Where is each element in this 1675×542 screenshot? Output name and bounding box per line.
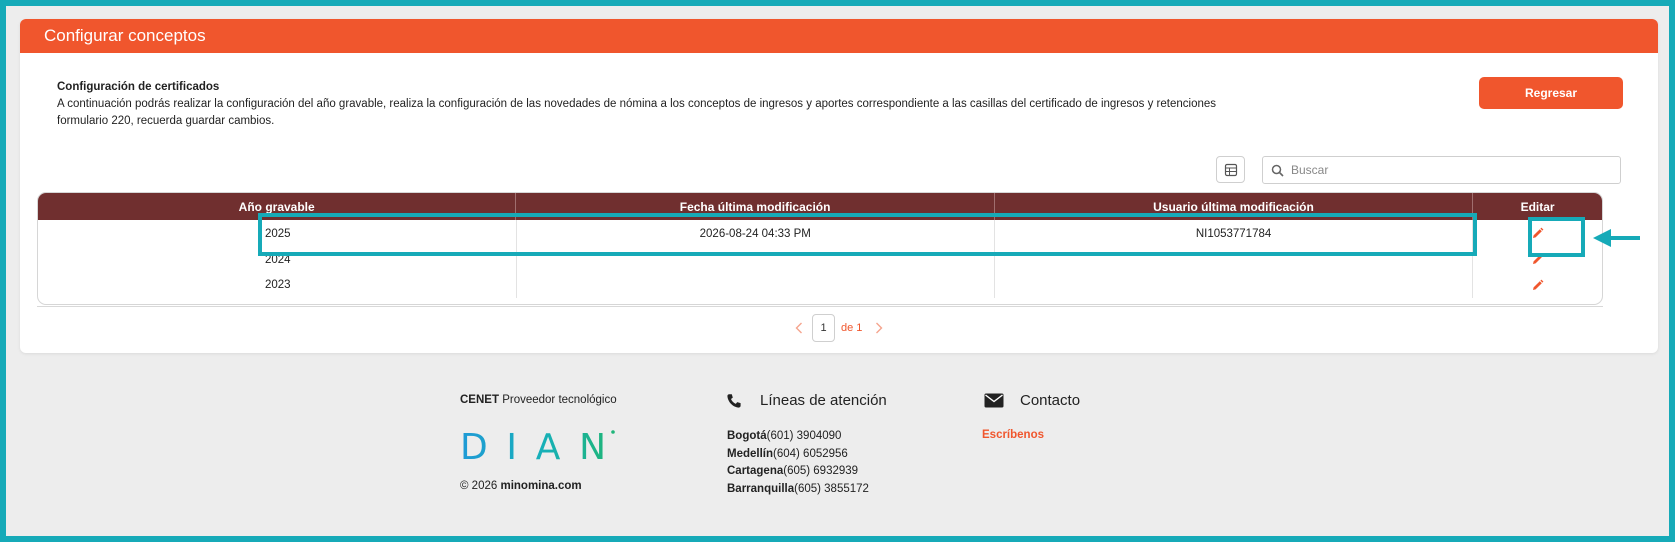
contact-link[interactable]: Escríbenos (982, 429, 1044, 441)
cell-modified-user: NI1053771784 (995, 220, 1474, 247)
intro-title: Configuración de certificados (57, 81, 220, 93)
support-lines-heading: Líneas de atención (726, 392, 887, 409)
table-header: Año gravable Fecha última modificación U… (38, 193, 1602, 220)
cell-modified-user (995, 272, 1474, 298)
cell-year: 2025 (38, 220, 517, 247)
table-divider (37, 306, 1603, 307)
chevron-right-icon[interactable] (872, 321, 886, 335)
column-header-year: Año gravable (38, 193, 517, 220)
phone-item: Barranquilla(605) 3855172 (727, 482, 869, 495)
pencil-icon[interactable] (1528, 224, 1548, 244)
export-button[interactable] (1216, 156, 1245, 183)
cell-modified-date: 2026-08-24 04:33 PM (517, 220, 995, 247)
provider-text: Proveedor tecnológico (502, 394, 617, 406)
dian-logo-text: DIAN (460, 428, 610, 462)
cell-modified-user (995, 247, 1474, 272)
search-field (1262, 156, 1621, 184)
column-header-edit: Editar (1520, 199, 1555, 214)
envelope-icon (984, 393, 1004, 409)
pagination-total: 1 (856, 322, 863, 334)
pencil-icon[interactable] (1528, 250, 1548, 270)
column-header-modified-user: Usuario última modificación (995, 193, 1474, 220)
phone-item: Medellín(604) 6052956 (727, 447, 848, 460)
cell-modified-date (517, 247, 995, 272)
table-row: 2025 2026-08-24 04:33 PM NI1053771784 (38, 220, 1602, 247)
phone-item: Bogotá(601) 3904090 (727, 430, 842, 442)
cell-edit (1473, 220, 1602, 247)
page-title: Configurar conceptos (20, 19, 1658, 53)
pagination-of-label: de (841, 322, 854, 334)
table-row: 2024 (38, 247, 1602, 272)
provider-line: CENET Proveedor tecnológico (460, 394, 617, 406)
intro-section: Configuración de certificados A continua… (57, 79, 1237, 130)
support-lines-title: Líneas de atención (760, 392, 887, 409)
column-header-modified-date: Fecha última modificación (516, 193, 995, 220)
copyright: © 2026 minomina.com (460, 480, 582, 492)
spreadsheet-icon (1224, 163, 1237, 176)
arrow-left-icon (1593, 229, 1640, 247)
cell-edit (1473, 272, 1602, 298)
copyright-prefix: © 2026 (460, 480, 498, 492)
contact-heading: Contacto (984, 392, 1080, 409)
phone-list: Bogotá(601) 3904090 Medellín(604) 605295… (727, 428, 869, 498)
current-page[interactable]: 1 (812, 314, 835, 342)
contact-title: Contacto (1020, 392, 1081, 409)
cell-modified-date (517, 272, 995, 298)
dian-logo: DIAN (460, 427, 618, 468)
pagination: 1 de 1 (792, 314, 886, 342)
phone-icon (726, 393, 742, 409)
certificates-table: Año gravable Fecha última modificación U… (37, 192, 1603, 305)
phone-item: Cartagena(605) 6932939 (727, 465, 859, 477)
copyright-site: minomina.com (500, 480, 582, 492)
search-input[interactable] (1291, 163, 1611, 177)
cell-edit (1473, 247, 1602, 272)
intro-text: A continuación podrás realizar la config… (57, 98, 1217, 127)
pencil-icon[interactable] (1528, 275, 1548, 295)
back-button[interactable]: Regresar (1479, 77, 1623, 109)
cell-year: 2024 (38, 247, 517, 272)
table-row: 2023 (38, 272, 1602, 298)
provider-brand: CENET (460, 394, 499, 406)
cell-year: 2023 (38, 272, 517, 298)
chevron-left-icon[interactable] (792, 321, 806, 335)
search-icon (1271, 164, 1284, 177)
